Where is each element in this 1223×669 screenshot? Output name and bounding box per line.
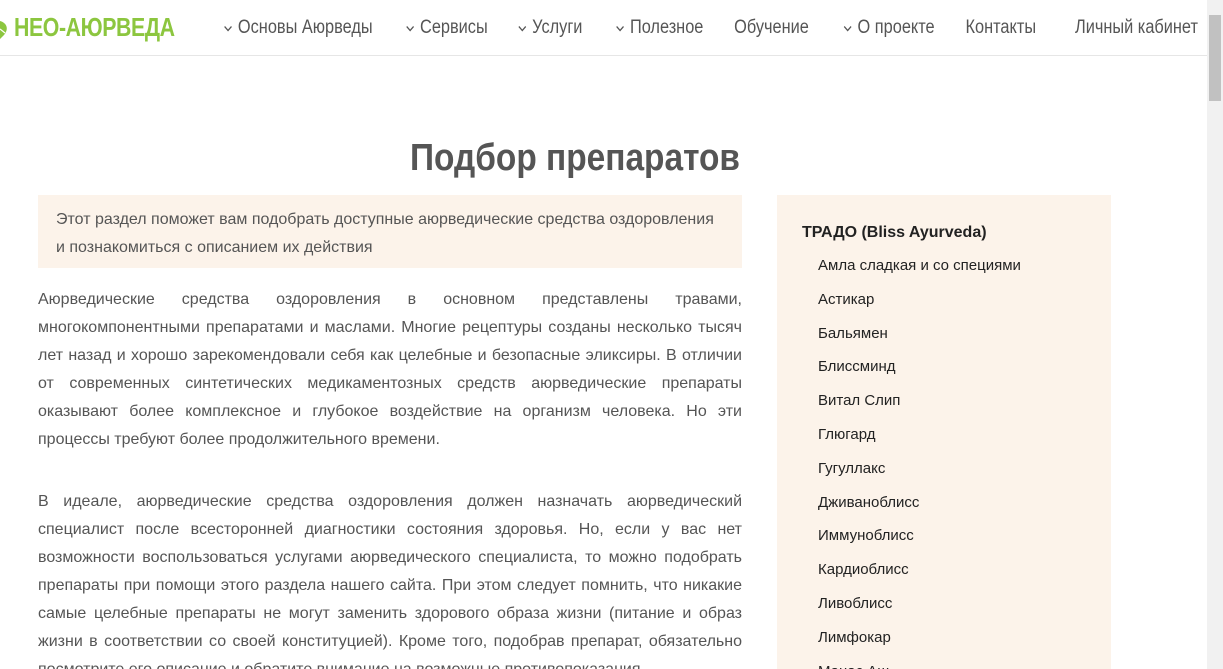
- intro-callout: Этот раздел поможет вам подобрать доступ…: [38, 195, 742, 268]
- chevron-down-icon: [518, 25, 526, 31]
- product-link[interactable]: Амла сладкая и со специями: [818, 253, 1021, 287]
- product-link[interactable]: Глюгард: [818, 422, 1021, 456]
- product-list: Амла сладкая и со специями Астикар Балья…: [818, 253, 1021, 669]
- leaf-icon: [0, 20, 7, 39]
- nav-label: Личный кабинет: [1075, 17, 1198, 38]
- nav-item-obuchenie[interactable]: Обучение: [735, 17, 810, 39]
- chevron-down-icon: [616, 25, 624, 31]
- nav-item-kontakty[interactable]: Контакты: [965, 17, 1036, 39]
- nav-item-uslugi[interactable]: Услуги: [517, 17, 582, 39]
- nav-label: Обучение: [734, 17, 810, 38]
- product-link[interactable]: Лимфокар: [818, 625, 1021, 659]
- product-link[interactable]: Иммуноблисс: [818, 523, 1021, 557]
- logo-text: НЕО-АЮРВЕДА: [14, 12, 175, 42]
- nav-label: Сервисы: [419, 17, 488, 38]
- body-paragraph: В идеале, аюрведические средства оздоров…: [38, 493, 742, 669]
- page: НЕО-АЮРВЕДА Основы Аюрведы Сервисы Услуг…: [0, 0, 1223, 669]
- sidebar-heading[interactable]: ТРАДО (Bliss Ayurveda): [802, 224, 987, 242]
- nav-label: Услуги: [531, 17, 583, 38]
- site-header: НЕО-АЮРВЕДА Основы Аюрведы Сервисы Услуг…: [0, 0, 1207, 56]
- logo[interactable]: НЕО-АЮРВЕДА: [0, 12, 210, 43]
- nav-label: Полезное: [630, 17, 704, 38]
- body-paragraph: Аюрведические средства оздоровления в ос…: [38, 291, 742, 448]
- nav-label: Контакты: [965, 17, 1037, 38]
- chevron-down-icon: [406, 25, 414, 31]
- product-link[interactable]: Блиссминд: [818, 354, 1021, 388]
- nav-item-lichnyj-kabinet[interactable]: Личный кабинет: [1075, 17, 1198, 39]
- vertical-scrollbar[interactable]: [1207, 0, 1223, 669]
- product-link[interactable]: Манас Аш: [818, 659, 1021, 669]
- product-link[interactable]: Гугуллакс: [818, 456, 1021, 490]
- product-link[interactable]: Бальямен: [818, 321, 1021, 355]
- product-link[interactable]: Витал Слип: [818, 388, 1021, 422]
- product-link[interactable]: Ливоблисс: [818, 591, 1021, 625]
- scrollbar-thumb[interactable]: [1209, 15, 1221, 101]
- chevron-down-icon: [844, 25, 852, 31]
- product-link[interactable]: Дживаноблисс: [818, 490, 1021, 524]
- page-title: Подбор препаратов: [409, 137, 740, 180]
- products-sidebar: ТРАДО (Bliss Ayurveda) Амла сладкая и со…: [777, 195, 1111, 669]
- nav-label: О проекте: [857, 17, 935, 38]
- product-link[interactable]: Астикар: [818, 287, 1021, 321]
- chevron-down-icon: [224, 25, 233, 31]
- product-link[interactable]: Кардиоблисс: [818, 557, 1021, 591]
- nav-item-poleznoe[interactable]: Полезное: [615, 17, 703, 39]
- nav-label: Основы Аюрведы: [238, 17, 373, 38]
- nav-item-osnovy[interactable]: Основы Аюрведы: [224, 17, 373, 39]
- main-nav: Основы Аюрведы Сервисы Услуги Полезное О…: [180, 17, 1198, 39]
- nav-item-o-proekte[interactable]: О проекте: [843, 17, 935, 39]
- nav-item-servisy[interactable]: Сервисы: [405, 17, 488, 39]
